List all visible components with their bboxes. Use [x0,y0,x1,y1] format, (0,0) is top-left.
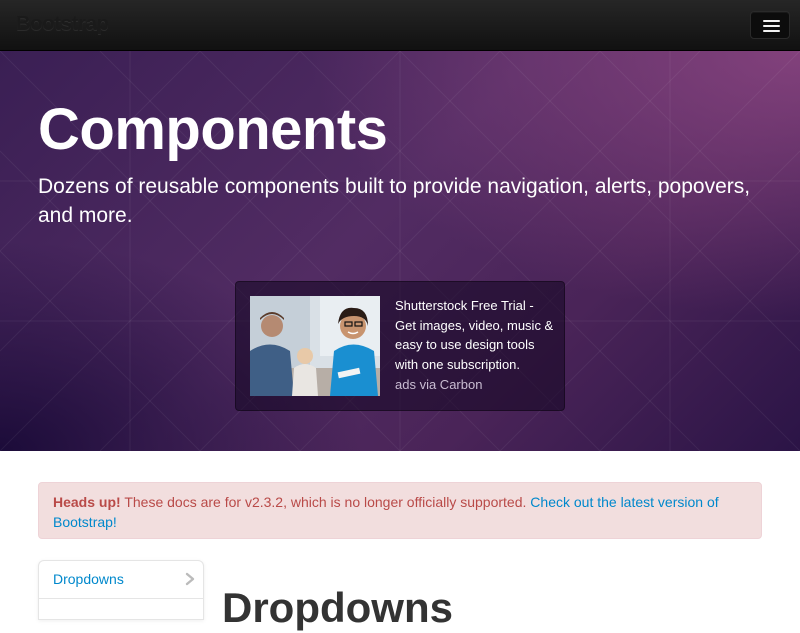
page-subtitle: Dozens of reusable components built to p… [38,175,751,227]
brand-link[interactable]: Bootstrap [16,13,109,36]
navbar: Bootstrap [0,0,800,51]
page-title: Components [38,97,388,162]
sidebar-item-label: Dropdowns [53,571,124,587]
alert-strong: Heads up! [53,494,121,510]
ad-image[interactable] [250,296,380,396]
nav-toggle-button[interactable] [750,11,790,39]
carbon-ad: Shutterstock Free Trial - Get images, vi… [235,281,565,411]
ad-text-link[interactable]: Shutterstock Free Trial - Get images, vi… [395,296,555,374]
hero-banner: Components Dozens of reusable components… [0,51,800,451]
sidebar-nav: Dropdowns [38,560,204,620]
section-heading: Dropdowns [222,584,453,631]
ad-powered-by-link[interactable]: ads via Carbon [395,375,482,394]
deprecation-alert: Heads up! These docs are for v2.3.2, whi… [38,482,762,539]
chevron-right-icon [185,572,195,586]
sidebar-item-dropdowns[interactable]: Dropdowns [39,561,203,599]
alert-message: These docs are for v2.3.2, which is no l… [120,494,531,510]
